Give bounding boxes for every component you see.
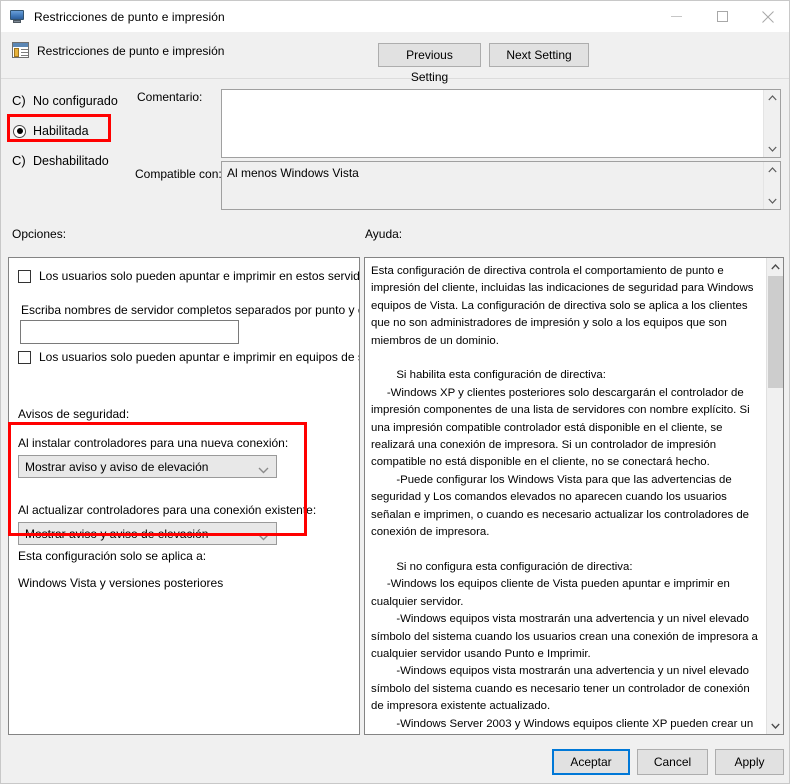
comment-textarea[interactable] [221, 89, 781, 158]
previous-setting-button[interactable]: Previous Setting [378, 43, 481, 84]
chevron-down-icon [258, 528, 269, 546]
applies-to-value: Windows Vista y versiones posteriores [18, 576, 224, 590]
radio-unselected-icon [12, 94, 26, 108]
chevron-down-icon [258, 461, 269, 479]
supported-on-label: Compatible con: [135, 167, 222, 181]
install-drivers-dropdown[interactable]: Mostrar aviso y aviso de elevación [18, 455, 277, 478]
radio-disabled-label: Deshabilitado [33, 154, 109, 168]
policy-setting-icon [12, 42, 29, 58]
help-panel-label: Ayuda: [365, 227, 403, 241]
close-icon[interactable] [745, 1, 789, 32]
supported-on-value: Al menos Windows Vista [227, 166, 359, 180]
radio-enabled[interactable]: Habilitada [13, 116, 143, 146]
checkbox-row-forest[interactable]: Los usuarios solo pueden apuntar e impri… [18, 350, 359, 364]
radio-unselected-icon [12, 154, 26, 168]
apply-button[interactable]: Apply [715, 749, 784, 775]
security-prompts-label: Avisos de seguridad: [18, 407, 130, 421]
monitor-icon [10, 9, 26, 25]
radio-not-configured[interactable]: No configurado [12, 86, 143, 116]
ok-button[interactable]: Aceptar [552, 749, 630, 775]
checkbox-forest[interactable] [18, 351, 31, 364]
scroll-down-icon[interactable] [764, 193, 781, 209]
comment-scrollbar[interactable] [763, 90, 780, 157]
window-title: Restricciones de punto e impresión [34, 9, 225, 24]
install-drivers-value: Mostrar aviso y aviso de elevación [25, 460, 209, 474]
radio-not-configured-label: No configurado [33, 94, 118, 108]
options-panel-label: Opciones: [12, 227, 67, 241]
window-titlebar: Restricciones de punto e impresión [1, 1, 789, 32]
checkbox-forest-label: Los usuarios solo pueden apuntar e impri… [39, 350, 359, 364]
comment-label: Comentario: [137, 90, 203, 104]
scroll-up-icon[interactable] [764, 90, 781, 106]
install-drivers-label: Al instalar controladores para una nueva… [18, 436, 289, 450]
radio-selected-icon [13, 124, 26, 138]
update-drivers-value: Mostrar aviso y aviso de elevación [25, 527, 209, 541]
scroll-down-icon[interactable] [764, 141, 781, 157]
options-panel: Los usuarios solo pueden apuntar e impri… [8, 257, 360, 735]
radio-disabled[interactable]: Deshabilitado [12, 146, 143, 176]
minimize-icon[interactable] [653, 1, 699, 32]
radio-enabled-label: Habilitada [33, 124, 89, 138]
update-drivers-dropdown[interactable]: Mostrar aviso y aviso de elevación [18, 522, 277, 545]
supported-on-box: Al menos Windows Vista [221, 161, 781, 210]
applies-to-label: Esta configuración solo se aplica a: [18, 549, 207, 563]
maximize-icon[interactable] [699, 1, 745, 32]
servers-hint-label: Escriba nombres de servidor completos se… [21, 303, 360, 317]
group-policy-setting-dialog: Restricciones de punto e impresión Restr… [0, 0, 790, 784]
supported-scrollbar[interactable] [763, 162, 780, 209]
scroll-up-icon[interactable] [767, 258, 783, 275]
help-panel: Esta configuración de directiva controla… [364, 257, 784, 735]
checkbox-servers-label: Los usuarios solo pueden apuntar e impri… [39, 269, 360, 283]
setting-header: Restricciones de punto e impresión Previ… [1, 32, 789, 84]
scroll-up-icon[interactable] [764, 162, 781, 178]
next-setting-button[interactable]: Next Setting [489, 43, 589, 67]
window-controls [653, 1, 789, 32]
update-drivers-label: Al actualizar controladores para una con… [18, 503, 317, 517]
cancel-button[interactable]: Cancel [637, 749, 708, 775]
scroll-down-icon[interactable] [767, 717, 783, 734]
checkbox-row-servers[interactable]: Los usuarios solo pueden apuntar e impri… [18, 269, 360, 283]
setting-name: Restricciones de punto e impresión [37, 44, 225, 58]
policy-state-group: No configurado Habilitada Deshabilitado [12, 86, 143, 176]
scroll-thumb[interactable] [768, 276, 783, 388]
help-text: Esta configuración de directiva controla… [371, 265, 758, 730]
servers-input[interactable] [20, 320, 239, 344]
checkbox-servers[interactable] [18, 270, 31, 283]
help-scrollbar[interactable] [766, 258, 783, 734]
